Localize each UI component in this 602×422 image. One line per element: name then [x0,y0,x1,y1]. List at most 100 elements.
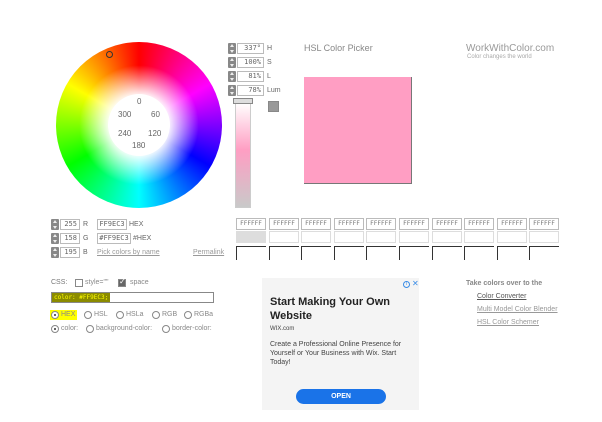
palette-swatch[interactable] [301,231,331,243]
palette-slot[interactable] [366,246,396,260]
luminance-stepper[interactable] [228,85,236,96]
space-checkbox[interactable] [118,277,126,287]
hash-hex-label: #HEX [133,235,152,242]
hash-hex-input[interactable]: #FF9EC3 [97,233,131,244]
ad-domain: WIX.com [270,326,295,332]
space-label: space [130,279,149,286]
palette-label[interactable]: FFFFFF [366,218,396,230]
palette-swatch[interactable] [269,231,299,243]
format-hsla-radio[interactable] [116,311,124,319]
property-color-radio[interactable] [51,325,59,333]
lightness-slider[interactable] [235,102,251,208]
hex-input[interactable]: FF9EC3 [97,219,127,230]
green-input[interactable]: 158 [60,233,80,244]
palette-swatch[interactable] [366,231,396,243]
format-hex-label: HEX [61,311,76,318]
ad-info-icon[interactable]: i [403,281,410,288]
format-hsl-label: HSL [94,311,108,318]
css-label: CSS: [51,279,68,286]
palette-swatch[interactable] [432,231,462,243]
gray-swatch[interactable] [268,101,279,112]
wheel-label-240: 240 [118,129,132,138]
palette-label[interactable]: FFFFFF [529,218,559,230]
palette-label[interactable]: FFFFFF [432,218,462,230]
property-background-color-radio[interactable] [86,325,94,333]
palette-slot[interactable] [497,246,527,260]
palette-label[interactable]: FFFFFF [301,218,331,230]
red-stepper[interactable] [51,219,59,230]
palette-label[interactable]: FFFFFF [269,218,299,230]
format-rgba-label: RGBa [194,311,214,318]
blue-input[interactable]: 195 [60,247,80,258]
wheel-label-300: 300 [118,110,132,119]
css-output-text: color: #FF9EC3; [52,293,111,302]
palette-slot[interactable] [236,246,266,260]
green-unit-label: G [83,235,89,242]
saturation-stepper[interactable] [228,57,236,68]
pick-colors-by-name-link[interactable]: Pick colors by name [97,247,160,258]
palette-label[interactable]: FFFFFF [497,218,527,230]
format-hex-radio[interactable] [51,311,59,319]
wheel-label-180: 180 [132,141,146,150]
site-logo-text[interactable]: WorkWithColor.com [466,43,554,54]
palette-slot[interactable] [432,246,462,260]
property-color-label: color: [61,325,79,332]
hsl-color-schemer-link[interactable]: HSL Color Schemer [477,319,539,326]
wheel-label-120: 120 [148,129,162,138]
color-converter-link[interactable]: Color Converter [477,293,526,300]
palette-slot[interactable] [269,246,299,260]
format-rgb-label: RGB [162,311,178,318]
lightness-unit-label: L [267,73,271,80]
wheel-picker-marker[interactable] [106,51,113,58]
luminance-unit-label: Lum [267,87,281,94]
property-border-color-radio[interactable] [162,325,170,333]
lightness-slider-handle[interactable] [233,98,253,104]
take-colors-title: Take colors over to the [466,280,543,287]
lightness-input[interactable]: 81% [237,71,264,82]
lightness-stepper[interactable] [228,71,236,82]
hue-unit-label: H [267,45,273,52]
format-rgba-radio[interactable] [184,311,192,319]
palette-swatch[interactable] [529,231,559,243]
palette-label[interactable]: FFFFFF [464,218,494,230]
property-background-color-label: background-color: [96,325,153,332]
palette-swatch[interactable] [236,231,266,243]
ad-headline[interactable]: Start Making Your Own Website [270,295,410,323]
red-input[interactable]: 255 [60,219,80,230]
site-tagline: Color changes the world [467,54,532,60]
palette-swatch[interactable] [497,231,527,243]
format-hsla-label: HSLa [126,311,144,318]
property-border-color-label: border-color: [172,325,212,332]
blue-unit-label: B [83,249,88,256]
palette-slot[interactable] [301,246,331,260]
luminance-input[interactable]: 78% [237,85,264,96]
style-attr-checkbox[interactable] [75,279,83,287]
ad-open-button[interactable]: OPEN [296,389,386,404]
saturation-input[interactable]: 100% [237,57,264,68]
hue-input[interactable]: 337° [237,43,264,54]
wheel-label-0: 0 [137,97,142,106]
format-hsl-radio[interactable] [84,311,92,319]
page-title: HSL Color Picker [304,43,373,53]
hue-stepper[interactable] [228,43,236,54]
palette-label[interactable]: FFFFFF [236,218,266,230]
palette-label[interactable]: FFFFFF [334,218,364,230]
permalink-link[interactable]: Permalink [193,247,224,258]
ad-close-icon[interactable]: ✕ [412,279,419,288]
palette-slot[interactable] [529,246,559,260]
green-stepper[interactable] [51,233,59,244]
wheel-label-60: 60 [151,110,160,119]
format-rgb-radio[interactable] [152,311,160,319]
palette-swatch[interactable] [399,231,429,243]
palette-swatch[interactable] [464,231,494,243]
multi-model-blender-link[interactable]: Multi Model Color Blender [477,306,558,313]
palette-slot[interactable] [464,246,494,260]
palette-swatch[interactable] [334,231,364,243]
red-unit-label: R [83,221,89,228]
palette-label[interactable]: FFFFFF [399,218,429,230]
palette-slot[interactable] [399,246,429,260]
palette-slot[interactable] [334,246,364,260]
blue-stepper[interactable] [51,247,59,258]
hex-label: HEX [129,221,144,228]
color-preview-swatch [304,77,412,184]
